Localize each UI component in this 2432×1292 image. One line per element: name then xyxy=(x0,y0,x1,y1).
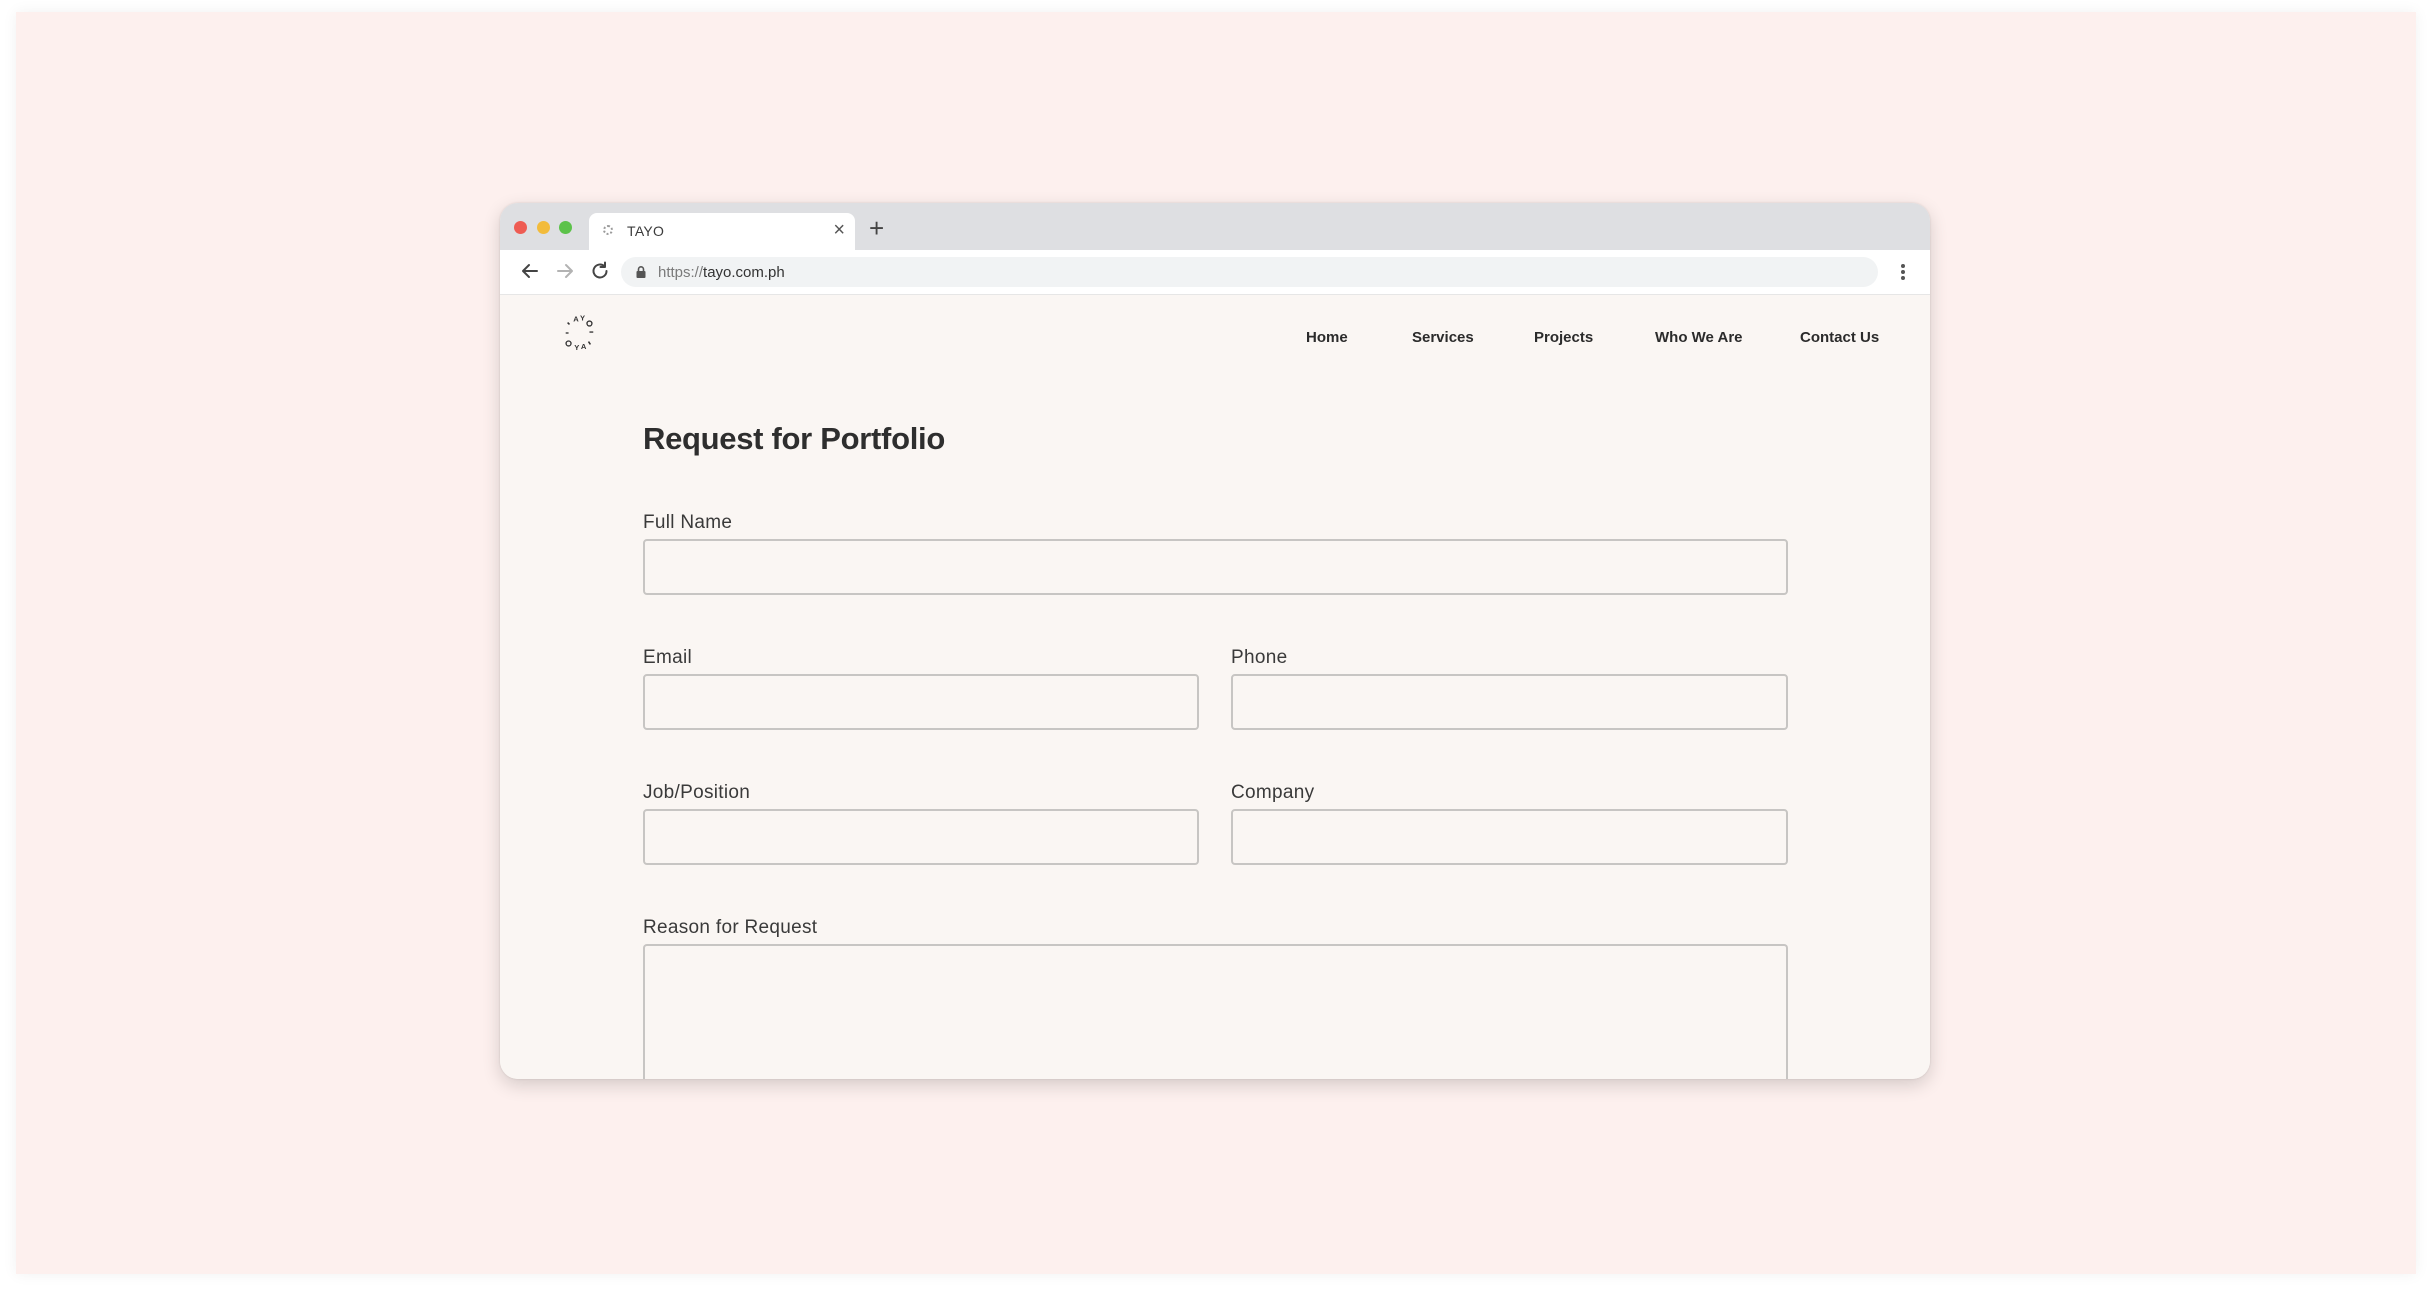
email-label: Email xyxy=(643,647,693,668)
full-name-label: Full Name xyxy=(643,512,733,533)
email-field[interactable] xyxy=(643,674,1199,730)
kebab-menu-icon[interactable] xyxy=(1900,260,1906,284)
address-bar[interactable]: https://tayo.com.ph xyxy=(621,257,1878,287)
arrow-left-icon[interactable] xyxy=(518,259,542,283)
browser-toolbar: https://tayo.com.ph xyxy=(500,250,1930,295)
loading-spinner-icon xyxy=(603,225,613,235)
browser-window: TAYO × + https://tayo.com.ph A Y Y A Hom… xyxy=(500,203,1930,1079)
lock-icon xyxy=(634,265,648,279)
close-icon[interactable]: × xyxy=(833,219,845,241)
window-close-button[interactable] xyxy=(514,221,527,234)
company-field[interactable] xyxy=(1231,809,1788,865)
window-minimize-button[interactable] xyxy=(537,221,550,234)
phone-label: Phone xyxy=(1231,647,1288,668)
main-nav: Home Services Projects Who We Are Contac… xyxy=(500,329,1930,349)
svg-text:Y: Y xyxy=(580,314,585,323)
reload-icon[interactable] xyxy=(588,259,612,283)
page-title: Request for Portfolio xyxy=(643,421,945,456)
company-label: Company xyxy=(1231,782,1315,803)
url-host: tayo.com.ph xyxy=(703,264,785,281)
phone-field[interactable] xyxy=(1231,674,1788,730)
svg-text:A: A xyxy=(573,315,579,324)
reason-textarea[interactable] xyxy=(643,944,1788,1079)
nav-who-we-are[interactable]: Who We Are xyxy=(1655,329,1743,346)
url-scheme: https:// xyxy=(658,264,704,281)
reason-label: Reason for Request xyxy=(643,917,818,938)
nav-projects[interactable]: Projects xyxy=(1534,329,1593,346)
nav-contact-us[interactable]: Contact Us xyxy=(1800,329,1879,346)
window-zoom-button[interactable] xyxy=(559,221,572,234)
url-text: https://tayo.com.ph xyxy=(658,264,785,281)
plus-icon[interactable]: + xyxy=(869,215,884,241)
job-position-field[interactable] xyxy=(643,809,1199,865)
web-page: A Y Y A Home Services Projects Who We Ar… xyxy=(500,295,1930,1079)
nav-services[interactable]: Services xyxy=(1412,329,1474,346)
browser-tab[interactable]: TAYO × xyxy=(589,213,855,250)
arrow-right-icon[interactable] xyxy=(553,259,577,283)
full-name-field[interactable] xyxy=(643,539,1788,595)
tab-bar: TAYO × + xyxy=(500,203,1930,250)
nav-home[interactable]: Home xyxy=(1306,329,1348,346)
tab-title: TAYO xyxy=(627,223,665,239)
job-position-label: Job/Position xyxy=(643,782,751,803)
